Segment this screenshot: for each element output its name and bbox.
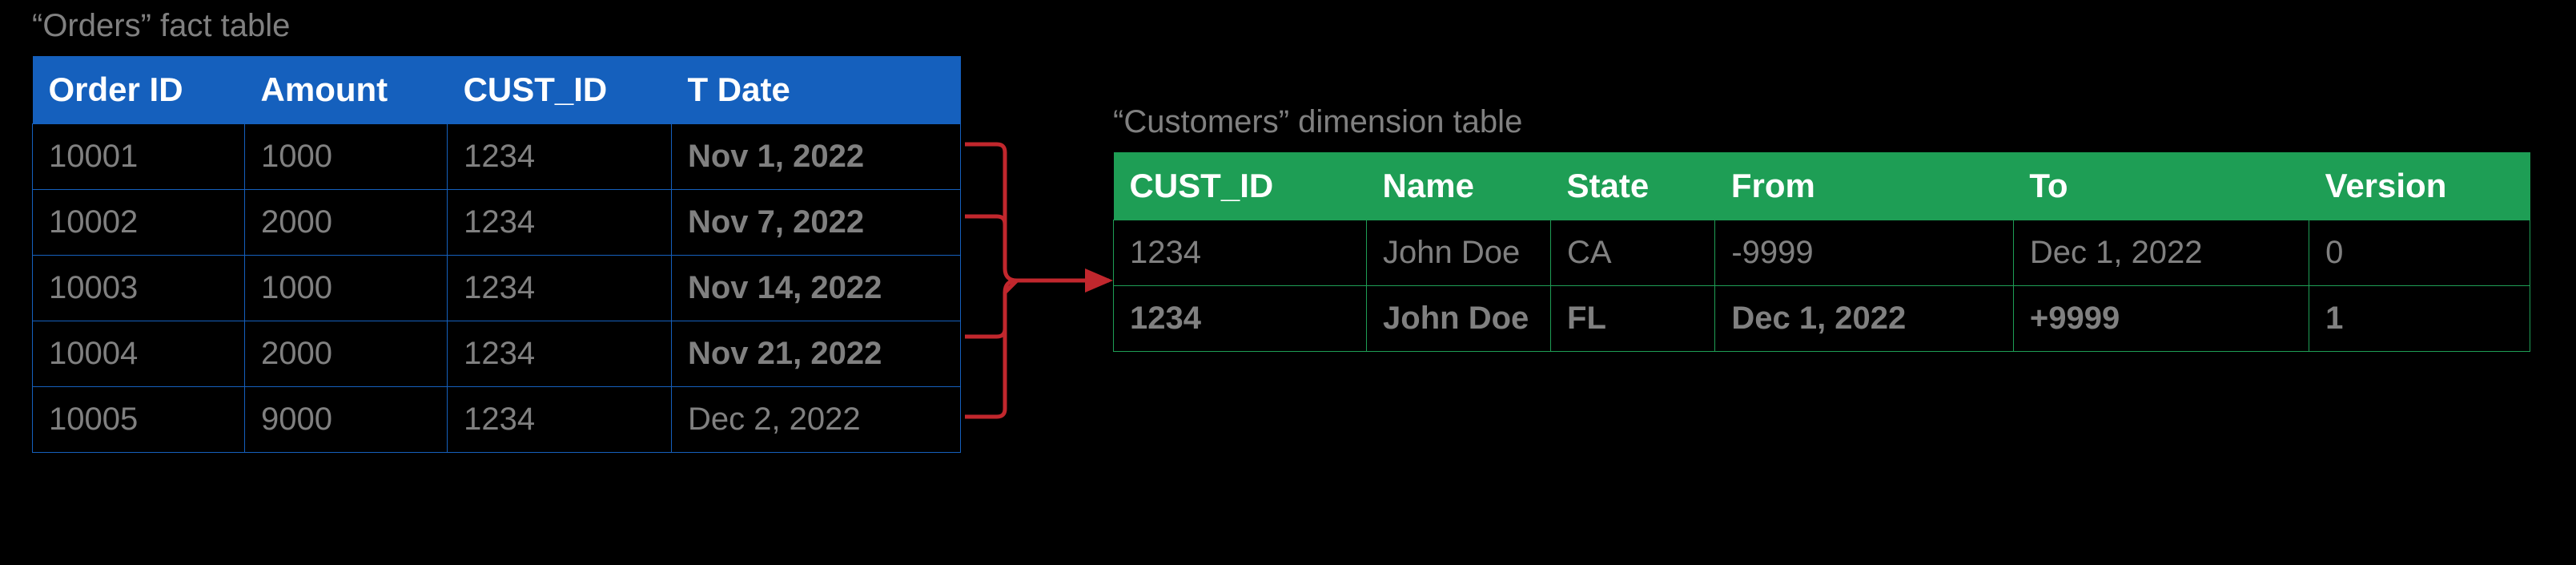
fact-col-cust-id: CUST_ID	[448, 56, 672, 124]
dim-row: 1234 John Doe CA -9999 Dec 1, 2022 0	[1114, 220, 2530, 286]
dim-col-cust-id: CUST_ID	[1114, 152, 1367, 220]
cell-name: John Doe	[1367, 286, 1551, 352]
fact-col-t-date: T Date	[671, 56, 960, 124]
dimension-table-caption: “Customers” dimension table	[1113, 104, 1522, 140]
relationship-arrow-icon	[961, 112, 1121, 449]
cell-t-date: Dec 2, 2022	[671, 387, 960, 453]
cell-order-id: 10001	[33, 124, 245, 190]
cell-cust-id: 1234	[448, 387, 672, 453]
cell-state: FL	[1551, 286, 1715, 352]
cell-t-date: Nov 21, 2022	[671, 321, 960, 387]
dim-col-name: Name	[1367, 152, 1551, 220]
fact-row: 10004 2000 1234 Nov 21, 2022	[33, 321, 961, 387]
cell-to: Dec 1, 2022	[2013, 220, 2309, 286]
cell-name: John Doe	[1367, 220, 1551, 286]
fact-row: 10005 9000 1234 Dec 2, 2022	[33, 387, 961, 453]
cell-cust-id: 1234	[448, 124, 672, 190]
cell-amount: 2000	[245, 321, 448, 387]
fact-col-amount: Amount	[245, 56, 448, 124]
cell-amount: 2000	[245, 190, 448, 256]
cell-cust-id: 1234	[1114, 220, 1367, 286]
cell-order-id: 10002	[33, 190, 245, 256]
dim-header-row: CUST_ID Name State From To Version	[1114, 152, 2530, 220]
cell-t-date: Nov 14, 2022	[671, 256, 960, 321]
cell-version: 0	[2309, 220, 2530, 286]
cell-state: CA	[1551, 220, 1715, 286]
cell-cust-id: 1234	[448, 321, 672, 387]
cell-cust-id: 1234	[1114, 286, 1367, 352]
cell-t-date: Nov 1, 2022	[671, 124, 960, 190]
fact-row: 10002 2000 1234 Nov 7, 2022	[33, 190, 961, 256]
cell-t-date: Nov 7, 2022	[671, 190, 960, 256]
fact-col-order-id: Order ID	[33, 56, 245, 124]
dim-col-version: Version	[2309, 152, 2530, 220]
cell-from: -9999	[1715, 220, 2014, 286]
cell-order-id: 10005	[33, 387, 245, 453]
dim-col-from: From	[1715, 152, 2014, 220]
fact-row: 10003 1000 1234 Nov 14, 2022	[33, 256, 961, 321]
cell-cust-id: 1234	[448, 256, 672, 321]
cell-amount: 1000	[245, 124, 448, 190]
customers-dimension-table: CUST_ID Name State From To Version 1234 …	[1113, 152, 2530, 352]
dim-col-to: To	[2013, 152, 2309, 220]
fact-row: 10001 1000 1234 Nov 1, 2022	[33, 124, 961, 190]
cell-amount: 9000	[245, 387, 448, 453]
cell-order-id: 10004	[33, 321, 245, 387]
fact-table-caption: “Orders” fact table	[32, 8, 290, 44]
fact-header-row: Order ID Amount CUST_ID T Date	[33, 56, 961, 124]
dim-row: 1234 John Doe FL Dec 1, 2022 +9999 1	[1114, 286, 2530, 352]
cell-to: +9999	[2013, 286, 2309, 352]
cell-version: 1	[2309, 286, 2530, 352]
cell-cust-id: 1234	[448, 190, 672, 256]
dim-col-state: State	[1551, 152, 1715, 220]
cell-from: Dec 1, 2022	[1715, 286, 2014, 352]
cell-order-id: 10003	[33, 256, 245, 321]
cell-amount: 1000	[245, 256, 448, 321]
orders-fact-table: Order ID Amount CUST_ID T Date 10001 100…	[32, 56, 961, 453]
